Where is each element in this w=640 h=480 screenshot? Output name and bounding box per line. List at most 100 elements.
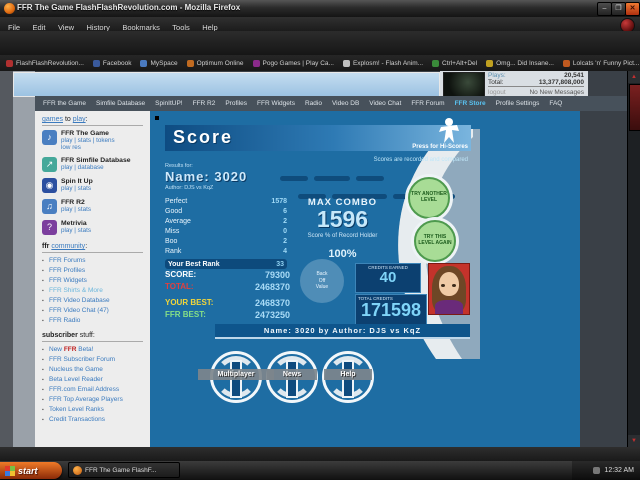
try-this-level-again-button[interactable]: TRY THIS LEVEL AGAIN <box>414 220 456 262</box>
status-bar: Transferring data from www.flashflashrev… <box>0 447 640 461</box>
site-banner <box>13 72 440 97</box>
help-button[interactable]: Help <box>324 369 372 380</box>
deco-bar <box>280 176 308 181</box>
tab-simfile-database[interactable]: Simfile Database <box>96 100 145 107</box>
bookmark-item[interactable]: Lolcats 'n' Funny Pict... <box>562 59 639 67</box>
avatar-shirt <box>435 300 463 314</box>
tab-ffr-forum[interactable]: FFR Forum <box>411 100 444 107</box>
sidebar-item-beta-reader[interactable]: Beta Level Reader <box>42 376 143 383</box>
song-author: Author: DJS vs KqZ <box>165 185 214 191</box>
scrollbar[interactable]: ▲ ▼ <box>627 71 640 447</box>
screen: FFR The Game FlashFlashRevolution.com - … <box>0 0 640 480</box>
tab-video-db[interactable]: Video DB <box>332 100 359 107</box>
total-value: 13,377,808,000 <box>538 79 584 86</box>
tab-radio[interactable]: Radio <box>305 100 322 107</box>
bookmark-favicon <box>6 59 13 67</box>
window-title: FFR The Game FlashFlashRevolution.com - … <box>17 3 241 12</box>
tab-spinitup[interactable]: SpinItUP! <box>155 100 182 107</box>
logout-link[interactable]: logout <box>488 89 506 96</box>
sidebar-item-radio[interactable]: FFR Radio <box>42 317 143 324</box>
scroll-down-icon[interactable]: ▼ <box>628 435 640 447</box>
score-row: SCORE: 79300 <box>165 270 290 280</box>
sidebar-item-forums[interactable]: FFR Forums <box>42 257 143 264</box>
sidebar-game-simfile: ↗ FFR Simfile Database play | database <box>42 157 143 172</box>
tab-profiles[interactable]: Profiles <box>225 100 247 107</box>
bookmark-favicon <box>92 59 100 67</box>
sidebar: games to play: ♪ FFR The Game play | sta… <box>35 111 150 447</box>
bookmark-item[interactable]: Pogo Games | Play Ca... <box>252 59 334 67</box>
sidebar-item-credit-trans[interactable]: Credit Transactions <box>42 416 143 423</box>
scrollbar-thumb[interactable] <box>629 84 640 131</box>
hiscores-figure-icon <box>439 118 459 143</box>
tab-video-chat[interactable]: Video Chat <box>369 100 401 107</box>
start-button[interactable]: start <box>0 462 62 479</box>
record-pct-value: 100% <box>328 248 357 260</box>
sidebar-item-sub-forum[interactable]: FFR Subscriber Forum <box>42 356 143 363</box>
song-footer-bar: Name: 3020 by Author: DJS vs KqZ <box>215 324 470 339</box>
close-button[interactable]: ✕ <box>625 2 640 16</box>
scroll-up-icon[interactable]: ▲ <box>628 71 640 83</box>
tab-ffr-r2[interactable]: FFR R2 <box>193 100 216 107</box>
clock: 12:32 AM <box>604 467 634 474</box>
sidebar-item-top-avg[interactable]: FFR Top Average Players <box>42 396 143 403</box>
sidebar-item-nucleus[interactable]: Nucleus the Game <box>42 366 143 373</box>
credits-earned-box: CREDITS EARNED 40 <box>355 263 421 293</box>
page-margin-gray <box>13 71 35 447</box>
flash-marker <box>155 116 159 120</box>
tab-profile-settings[interactable]: Profile Settings <box>496 100 540 107</box>
avatar <box>428 263 470 315</box>
bookmark-item[interactable]: Facebook <box>92 59 131 67</box>
ffr-r2-icon[interactable]: ♫ <box>42 199 57 214</box>
flash-game-stage[interactable]: Score Press for Hi-Scores Scores are rec… <box>150 111 580 447</box>
minimize-button[interactable]: – <box>597 2 612 16</box>
sidebar-item-widgets[interactable]: FFR Widgets <box>42 277 143 284</box>
record-pct-label: Score % of Record Holder <box>307 233 378 239</box>
bookmark-item[interactable]: FlashFlashRevolution... <box>6 59 84 67</box>
sidebar-item-email[interactable]: FFR.com Email Address <box>42 386 143 393</box>
spin-it-up-icon[interactable]: ◉ <box>42 178 57 193</box>
multiplayer-button[interactable]: Multiplayer <box>198 369 274 380</box>
song-name: Name: 3020 <box>165 169 248 184</box>
tab-ffr-store[interactable]: FFR Store <box>455 100 486 107</box>
bookmark-item[interactable]: MySpace <box>140 59 178 67</box>
sidebar-item-token-ranks[interactable]: Token Level Ranks <box>42 406 143 413</box>
sidebar-item-video-chat[interactable]: FFR Video Chat (47) <box>42 307 143 314</box>
title-bar: FFR The Game FlashFlashRevolution.com - … <box>0 0 640 17</box>
simfile-db-icon[interactable]: ↗ <box>42 157 57 172</box>
menu-bar: File Edit View History Bookmarks Tools H… <box>0 17 640 32</box>
windows-flag-icon <box>5 465 15 476</box>
tab-faq[interactable]: FAQ <box>549 100 562 107</box>
restore-button[interactable]: ❐ <box>611 2 626 16</box>
messages-status[interactable]: No New Messages <box>529 89 584 96</box>
bookmark-favicon <box>432 59 440 67</box>
bookmark-favicon <box>342 59 350 67</box>
bookmark-item[interactable]: Ctrl+Alt+Del <box>432 59 477 67</box>
tab-ffr-widgets[interactable]: FFR Widgets <box>257 100 295 107</box>
bookmark-item[interactable]: Optimum Online <box>186 59 244 67</box>
header-thumbnail <box>443 72 485 97</box>
press-hiscores-button[interactable]: Press for Hi-Scores <box>388 144 468 151</box>
news-button[interactable]: News <box>267 369 317 380</box>
bookmark-favicon <box>486 59 494 67</box>
sidebar-item-profiles[interactable]: FFR Profiles <box>42 267 143 274</box>
tray-icon[interactable] <box>593 467 601 474</box>
taskbar-window-button[interactable]: FFR The Game FlashF... <box>68 462 180 478</box>
stat-row-boo: Boo 2 <box>165 238 287 245</box>
tab-ffr-the-game[interactable]: FFR the Game <box>43 100 86 107</box>
total-credits-box: TOTAL CREDITS 171598 <box>355 294 427 327</box>
bookmark-item[interactable]: Explosm! - Flash Anim... <box>342 59 423 67</box>
games-header: games to play: <box>42 116 143 126</box>
sidebar-item-shirts[interactable]: FFR Shirts & More <box>42 287 143 294</box>
bookmark-favicon <box>186 59 194 67</box>
sidebar-item-video-db[interactable]: FFR Video Database <box>42 297 143 304</box>
metrivia-icon[interactable]: ? <box>42 220 57 235</box>
subscriber-header: subscriber stuff: <box>42 332 143 342</box>
try-another-level-button[interactable]: TRY ANOTHER LEVEL <box>408 177 450 219</box>
ffr-game-icon[interactable]: ♪ <box>42 130 57 145</box>
your-best-row: YOUR BEST: 2468370 <box>165 298 290 308</box>
plays-label: Plays: <box>488 72 506 79</box>
bookmark-favicon <box>562 59 570 67</box>
bookmark-item[interactable]: Omg... Did Insane... <box>486 59 554 67</box>
sidebar-item-new-beta[interactable]: New FFR Beta! <box>42 346 143 353</box>
back-off-value-badge: Back Off Value <box>300 259 344 303</box>
